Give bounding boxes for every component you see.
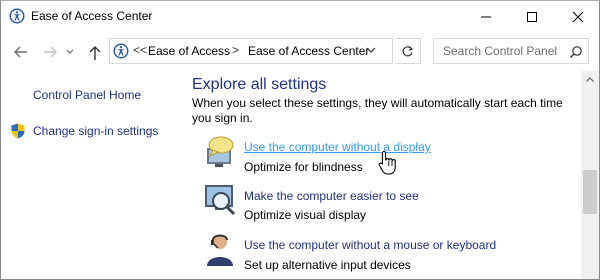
vertical-scrollbar[interactable] bbox=[581, 71, 599, 279]
chevron-up-icon bbox=[586, 77, 594, 82]
speech-bubble-monitor-icon bbox=[203, 134, 239, 170]
use-computer-without-display-link[interactable]: Use the computer without a display bbox=[244, 140, 431, 154]
close-icon bbox=[572, 11, 584, 23]
person-headset-icon bbox=[203, 232, 239, 268]
magnifier-monitor-icon bbox=[203, 183, 239, 219]
back-button[interactable] bbox=[10, 41, 32, 63]
scroll-up-button[interactable] bbox=[581, 71, 599, 88]
refresh-button[interactable] bbox=[395, 38, 421, 64]
hand-cursor-icon bbox=[378, 150, 396, 175]
optimize-visual-display-text: Optimize visual display bbox=[244, 208, 367, 222]
change-sign-in-settings-link[interactable]: Change sign-in settings bbox=[33, 124, 158, 138]
up-button[interactable] bbox=[85, 41, 107, 63]
section-title: Explore all settings bbox=[192, 76, 327, 93]
chevron-down-icon bbox=[66, 49, 74, 54]
make-computer-easier-to-see-link[interactable]: Make the computer easier to see bbox=[244, 189, 419, 203]
breadcrumb-overflow[interactable]: << bbox=[133, 43, 147, 57]
section-description: When you select these settings, they wil… bbox=[192, 96, 563, 125]
use-computer-without-mouse-or-keyboard-link[interactable]: Use the computer without a mouse or keyb… bbox=[244, 238, 496, 252]
left-navigation-pane: Control Panel Home Change sign-in settin… bbox=[1, 71, 181, 279]
search-box[interactable]: Search Control Panel bbox=[433, 38, 589, 64]
search-icon[interactable] bbox=[569, 45, 583, 59]
maximize-button[interactable] bbox=[508, 1, 554, 31]
title-bar[interactable]: Ease of Access Center bbox=[1, 1, 599, 31]
back-arrow-icon bbox=[14, 46, 27, 58]
ease-of-access-window: Ease of Access Center << Ease of Access … bbox=[0, 0, 600, 280]
close-button[interactable] bbox=[554, 1, 599, 31]
ease-of-access-icon bbox=[113, 43, 129, 59]
scroll-thumb[interactable] bbox=[583, 170, 597, 214]
set-up-alternative-input-devices-text: Set up alternative input devices bbox=[244, 258, 411, 272]
minimize-icon bbox=[481, 16, 491, 18]
forward-button[interactable] bbox=[39, 41, 61, 63]
chevron-down-icon[interactable] bbox=[366, 47, 376, 54]
breadcrumb-separator[interactable]: > bbox=[232, 43, 239, 57]
ease-of-access-icon bbox=[9, 8, 25, 24]
forward-arrow-icon bbox=[44, 46, 57, 58]
navigation-bar: << Ease of Access > Ease of Access Cente… bbox=[1, 35, 599, 67]
optimize-for-blindness-text: Optimize for blindness bbox=[244, 160, 363, 174]
breadcrumb-ease-of-access-center[interactable]: Ease of Access Center bbox=[248, 44, 369, 58]
maximize-icon bbox=[527, 12, 537, 22]
minimize-button[interactable] bbox=[462, 1, 508, 31]
refresh-icon bbox=[402, 46, 414, 57]
uac-shield-icon bbox=[10, 123, 26, 139]
window-title: Ease of Access Center bbox=[31, 9, 153, 23]
address-bar[interactable]: << Ease of Access > Ease of Access Cente… bbox=[109, 38, 393, 64]
control-panel-home-link[interactable]: Control Panel Home bbox=[33, 88, 141, 102]
up-arrow-icon bbox=[89, 46, 101, 60]
recent-locations-button[interactable] bbox=[63, 41, 77, 63]
breadcrumb-ease-of-access[interactable]: Ease of Access bbox=[148, 44, 230, 58]
search-input[interactable]: Search Control Panel bbox=[443, 44, 557, 58]
